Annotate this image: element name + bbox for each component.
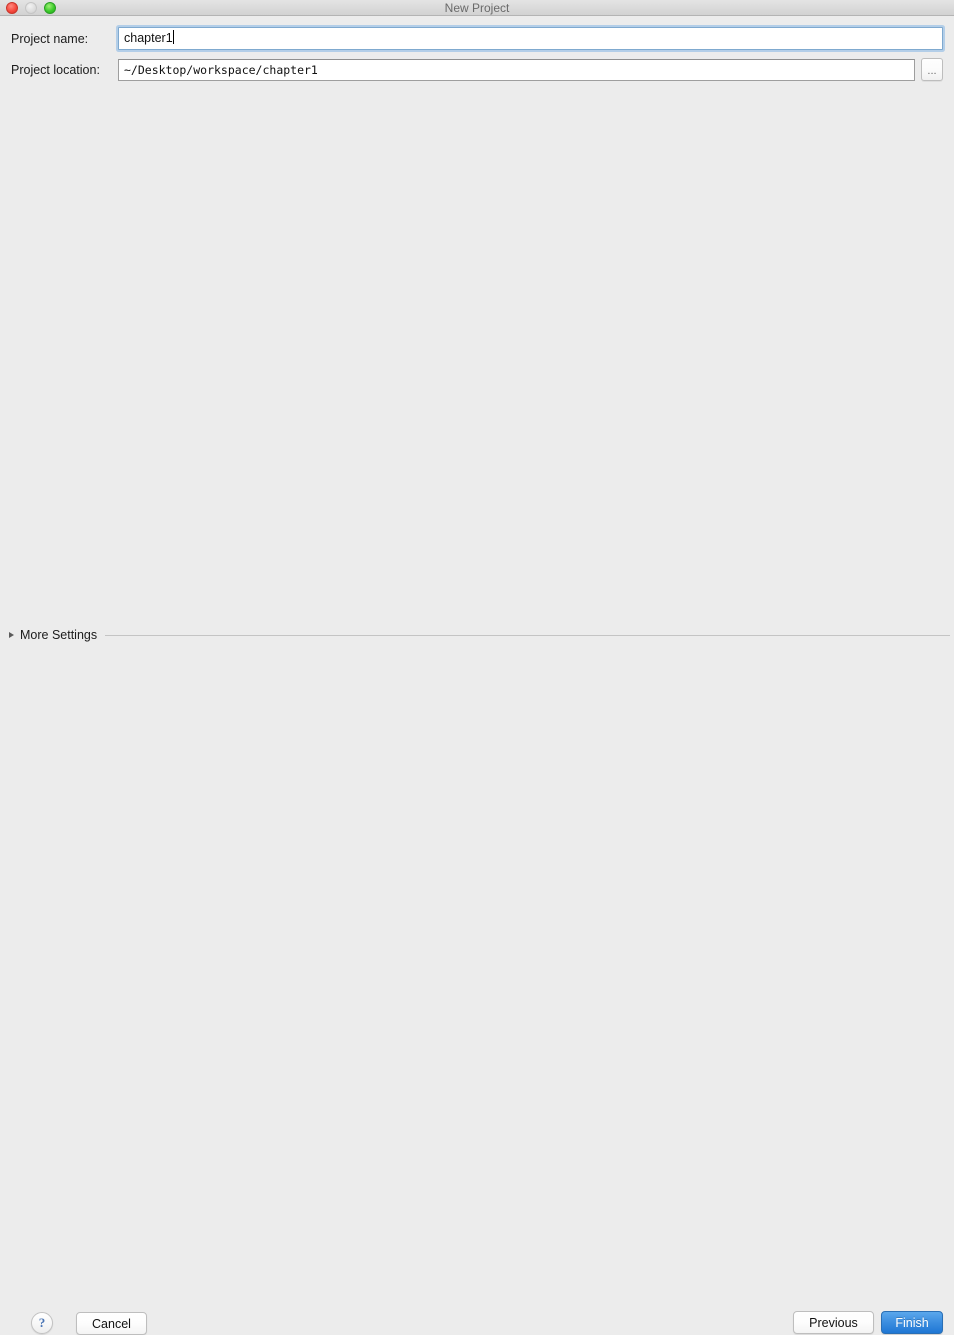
chevron-right-icon[interactable]	[9, 632, 14, 638]
project-name-row: Project name: chapter1	[0, 27, 954, 51]
project-name-value: chapter1	[124, 31, 173, 45]
project-location-value: ~/Desktop/workspace/chapter1	[124, 63, 318, 77]
title-bar: New Project	[0, 0, 954, 16]
project-location-row: Project location: ~/Desktop/workspace/ch…	[0, 58, 954, 82]
project-name-input[interactable]: chapter1	[118, 27, 943, 50]
previous-button[interactable]: Previous	[793, 1311, 874, 1334]
help-button[interactable]: ?	[31, 1312, 53, 1334]
new-project-dialog: New Project Project name: chapter1 Proje…	[0, 0, 954, 1335]
more-settings-label: More Settings	[20, 628, 98, 642]
section-divider	[105, 634, 950, 636]
finish-button[interactable]: Finish	[881, 1311, 943, 1334]
project-location-label: Project location:	[11, 63, 100, 77]
browse-folder-button[interactable]: ...	[921, 58, 943, 81]
text-caret	[172, 30, 174, 44]
project-name-label: Project name:	[11, 32, 89, 46]
window-title: New Project	[444, 1, 510, 15]
cancel-button[interactable]: Cancel	[76, 1312, 147, 1335]
dialog-footer: ? Cancel Previous Finish	[0, 650, 954, 1335]
project-location-input[interactable]: ~/Desktop/workspace/chapter1	[118, 59, 915, 81]
more-settings-section[interactable]: More Settings	[0, 626, 954, 644]
